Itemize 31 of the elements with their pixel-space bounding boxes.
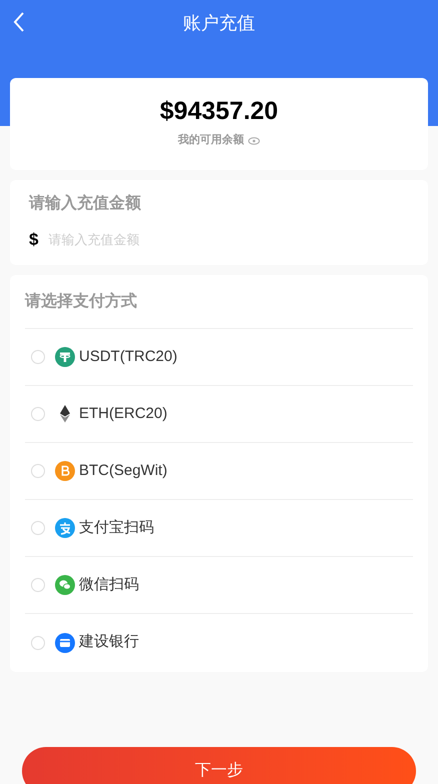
radio-button[interactable] bbox=[31, 350, 45, 364]
currency-symbol: $ bbox=[29, 231, 38, 248]
payment-label: USDT(TRC20) bbox=[79, 346, 178, 367]
payment-label: ETH(ERC20) bbox=[79, 404, 168, 424]
chat-bubbles-icon bbox=[55, 575, 75, 595]
payment-title: 请选择支付方式 bbox=[25, 291, 137, 312]
payment-option[interactable]: 支付宝扫码 bbox=[25, 500, 413, 557]
radio-button[interactable] bbox=[31, 407, 45, 421]
balance-label: 我的可用余额 bbox=[178, 132, 244, 148]
payment-option[interactable]: USDT(TRC20) bbox=[25, 329, 413, 386]
radio-button[interactable] bbox=[31, 578, 45, 592]
payment-option[interactable]: ETH(ERC20) bbox=[25, 386, 413, 443]
back-icon[interactable] bbox=[12, 11, 26, 33]
balance-amount: $94357.20 bbox=[160, 99, 278, 124]
tether-icon bbox=[55, 347, 75, 367]
next-button[interactable]: 下一步 bbox=[22, 747, 416, 784]
eye-icon[interactable] bbox=[248, 136, 260, 144]
payment-label: BTC(SegWit) bbox=[79, 460, 168, 481]
amount-title: 请输入充值金额 bbox=[29, 193, 142, 214]
page-title: 账户充值 bbox=[183, 12, 255, 34]
payment-label: 建设银行 bbox=[79, 632, 139, 652]
payment-option[interactable]: BTC(SegWit) bbox=[25, 443, 413, 500]
bitcoin-icon bbox=[55, 461, 75, 481]
radio-button[interactable] bbox=[31, 464, 45, 478]
payment-label: 微信扫码 bbox=[79, 574, 139, 595]
payment-option[interactable]: 建设银行 bbox=[25, 614, 413, 671]
radio-button[interactable] bbox=[31, 521, 45, 535]
payment-label: 支付宝扫码 bbox=[79, 518, 154, 538]
bank-card-icon bbox=[55, 632, 75, 652]
radio-button[interactable] bbox=[31, 636, 45, 650]
payment-option[interactable]: 微信扫码 bbox=[25, 557, 413, 614]
